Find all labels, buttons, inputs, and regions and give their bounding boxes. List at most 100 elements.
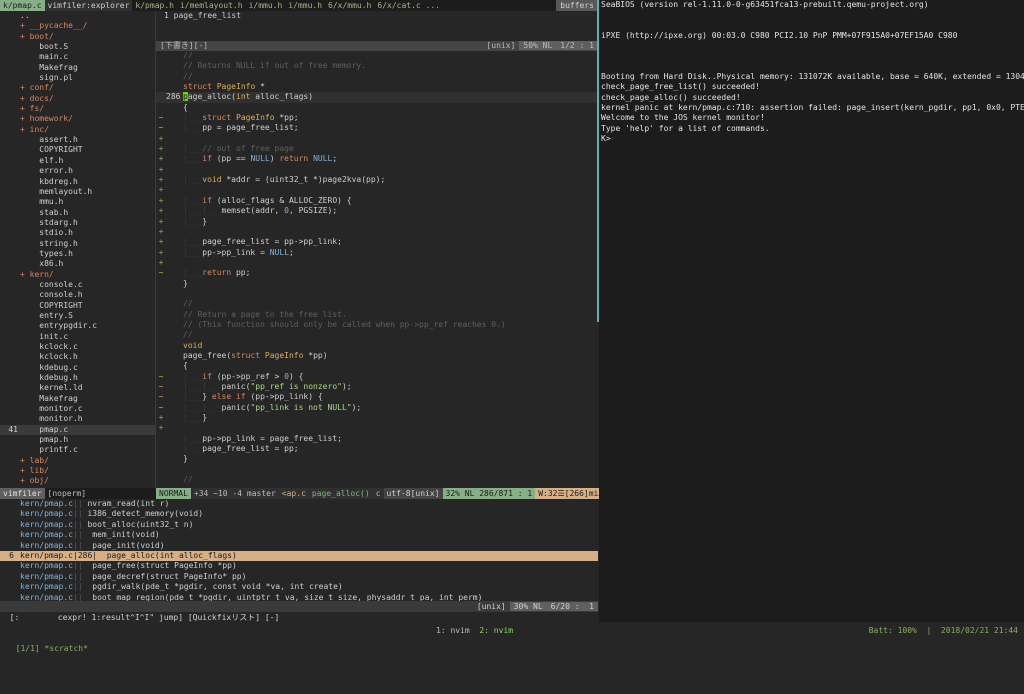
explorer-file[interactable]: kdebug.c: [0, 363, 155, 373]
code-line[interactable]: //: [156, 51, 598, 61]
explorer-file[interactable]: memlayout.h: [0, 187, 155, 197]
code-line[interactable]: +: [156, 185, 598, 195]
quickfix-entry[interactable]: 6 kern/pmap.c|286| page_alloc(int alloc_f…: [0, 550, 598, 562]
code-line[interactable]: + |___void *addr = (uint32_t *)page2kva(p…: [156, 175, 598, 185]
explorer-file[interactable]: pmap.h: [0, 435, 155, 445]
code-line[interactable]: + |___page_free_list = pp->pp_link;: [156, 237, 598, 247]
quickfix-entry[interactable]: kern/pmap.c|| mem_init(void): [0, 530, 598, 540]
explorer-file[interactable]: mmu.h: [0, 197, 155, 207]
explorer-file[interactable]: assert.h: [0, 135, 155, 145]
code-line[interactable]: // Returns NULL if out of free memory.: [156, 61, 598, 71]
explorer-dir[interactable]: + homework/: [0, 114, 155, 124]
tab-7[interactable]: 6/x/cat.c ...: [374, 0, 443, 11]
explorer-dir[interactable]: + __pycache__/: [0, 21, 155, 31]
explorer-dir[interactable]: + inc/: [0, 125, 155, 135]
quickfix-entry[interactable]: kern/pmap.c|| page_init(void): [0, 541, 598, 551]
code-line[interactable]: +: [156, 165, 598, 175]
quickfix-entry[interactable]: kern/pmap.c|| page_decref(struct PageInf…: [0, 572, 598, 582]
explorer-dir[interactable]: + docs/: [0, 94, 155, 104]
explorer-file[interactable]: console.c: [0, 280, 155, 290]
code-line[interactable]: ~ |___return pp;: [156, 268, 598, 278]
qemu-terminal[interactable]: SeaBIOS (version rel-1.11.0-0-g63451fca1…: [599, 0, 1024, 622]
explorer-file[interactable]: types.h: [0, 249, 155, 259]
explorer-dir[interactable]: + conf/: [0, 83, 155, 93]
explorer-file[interactable]: entry.S: [0, 311, 155, 321]
code-line[interactable]: ~ |___if (pp->pp_ref > 0) {: [156, 372, 598, 382]
code-line[interactable]: ~ |___} else if (pp->pp_link) {: [156, 392, 598, 402]
explorer-file[interactable]: stdio.h: [0, 228, 155, 238]
quickfix-entry[interactable]: kern/pmap.c|| boot_alloc(uint32_t n): [0, 520, 598, 530]
code-line[interactable]: {: [156, 361, 598, 371]
code-line[interactable]: |___page_free_list = pp;: [156, 444, 598, 454]
code-line[interactable]: //: [156, 475, 598, 485]
code-line[interactable]: + |___if (alloc_flags & ALLOC_ZERO) {: [156, 196, 598, 206]
quickfix-entry[interactable]: kern/pmap.c|| page_free(struct PageInfo …: [0, 561, 598, 571]
tab-2[interactable]: k/pmap.h: [132, 0, 177, 11]
code-line[interactable]: ~ |___|___panic("pp_ref is nonzero");: [156, 382, 598, 392]
tmux-window-1[interactable]: 1: nvim: [436, 626, 470, 635]
quickfix-entry[interactable]: kern/pmap.c|| nvram_read(int r): [0, 499, 598, 509]
explorer-file[interactable]: stab.h: [0, 208, 155, 218]
code-line[interactable]: //: [156, 72, 598, 82]
explorer-file[interactable]: kdebug.h: [0, 373, 155, 383]
explorer-file[interactable]: monitor.c: [0, 404, 155, 414]
explorer-file[interactable]: Makefrag: [0, 394, 155, 404]
code-line[interactable]: + |___|___memset(addr, 0, PGSIZE);: [156, 206, 598, 216]
explorer-dir[interactable]: + kern/: [0, 270, 155, 280]
explorer-file[interactable]: init.c: [0, 332, 155, 342]
code-line[interactable]: page_free(struct PageInfo *pp): [156, 351, 598, 361]
code-line[interactable]: [156, 289, 598, 299]
explorer-dir[interactable]: + boot/: [0, 32, 155, 42]
explorer-file[interactable]: monitor.h: [0, 414, 155, 424]
code-line[interactable]: //: [156, 330, 598, 340]
explorer-file[interactable]: x86.h: [0, 259, 155, 269]
code-line[interactable]: + |___}: [156, 413, 598, 423]
code-line[interactable]: + |___pp->pp_link = NULL;: [156, 248, 598, 258]
explorer-dir[interactable]: + fs/: [0, 104, 155, 114]
buffers-button[interactable]: buffers: [556, 0, 598, 11]
explorer-file[interactable]: stdarg.h: [0, 218, 155, 228]
code-line[interactable]: struct PageInfo *: [156, 82, 598, 92]
explorer-file[interactable]: Makefrag: [0, 63, 155, 73]
code-line[interactable]: //: [156, 299, 598, 309]
explorer-file[interactable]: ..: [0, 11, 155, 21]
code-area[interactable]: //// Returns NULL if out of free memory.…: [156, 51, 598, 485]
code-line[interactable]: {: [156, 103, 598, 113]
explorer-file[interactable]: elf.h: [0, 156, 155, 166]
code-line[interactable]: [156, 465, 598, 475]
code-line[interactable]: +: [156, 134, 598, 144]
explorer-file[interactable]: entrypgdir.c: [0, 321, 155, 331]
code-line[interactable]: }: [156, 279, 598, 289]
tmux-window-2[interactable]: 2: nvim: [479, 626, 513, 635]
explorer-file[interactable]: COPYRIGHT: [0, 145, 155, 155]
explorer-file[interactable]: string.h: [0, 239, 155, 249]
explorer-file[interactable]: printf.c: [0, 445, 155, 455]
code-line[interactable]: }: [156, 454, 598, 464]
explorer-file[interactable]: kernel.ld: [0, 383, 155, 393]
tab-4[interactable]: i/mmu.h: [246, 0, 286, 11]
explorer-file[interactable]: boot.S: [0, 42, 155, 52]
explorer-file[interactable]: COPYRIGHT: [0, 301, 155, 311]
code-line[interactable]: ~ |___|___panic("pp_link is not NULL");: [156, 403, 598, 413]
explorer-dir[interactable]: + lab/: [0, 456, 155, 466]
quickfix-entry[interactable]: kern/pmap.c|| i386_detect_memory(void): [0, 509, 598, 519]
code-line[interactable]: + |___}: [156, 217, 598, 227]
explorer-file[interactable]: sign.pl: [0, 73, 155, 83]
code-line[interactable]: 286 page_alloc(int alloc_flags): [156, 92, 598, 103]
code-line[interactable]: +: [156, 227, 598, 237]
code-line[interactable]: |___pp->pp_link = page_free_list;: [156, 434, 598, 444]
explorer-file[interactable]: console.h: [0, 290, 155, 300]
code-line[interactable]: +: [156, 258, 598, 268]
tab-6[interactable]: 6/x/mmu.h: [325, 0, 374, 11]
code-line[interactable]: + |___if (pp == NULL) return NULL;: [156, 154, 598, 164]
explorer-file[interactable]: kbdreg.h: [0, 177, 155, 187]
code-line[interactable]: void: [156, 341, 598, 351]
explorer-dir[interactable]: + lib/: [0, 466, 155, 476]
code-line[interactable]: ~ |___struct PageInfo *pp;: [156, 113, 598, 123]
explorer-file[interactable]: kclock.c: [0, 342, 155, 352]
tab-3[interactable]: i/memlayout.h: [177, 0, 246, 11]
explorer-file[interactable]: error.h: [0, 166, 155, 176]
code-line[interactable]: ~ |___pp = page_free_list;: [156, 123, 598, 133]
explorer-file[interactable]: 41 pmap.c: [0, 424, 155, 436]
code-line[interactable]: // (This function should only be called …: [156, 320, 598, 330]
